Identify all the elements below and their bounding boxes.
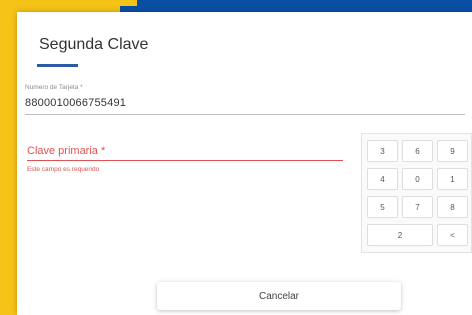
- keypad-key[interactable]: 4: [367, 168, 398, 190]
- primary-key-underline: [27, 160, 343, 161]
- dialog-title: Segunda Clave: [39, 36, 149, 53]
- keypad-key[interactable]: 1: [437, 168, 468, 190]
- title-underline: [37, 64, 78, 67]
- background-yellow-accent: [97, 0, 137, 6]
- keypad-key[interactable]: 5: [367, 196, 398, 218]
- keypad-backspace-key[interactable]: <: [437, 224, 468, 246]
- keypad-key[interactable]: 7: [402, 196, 433, 218]
- cancel-button[interactable]: Cancelar: [157, 282, 401, 310]
- second-key-dialog: Segunda Clave Numero de Tarjeta * 880001…: [17, 12, 472, 315]
- keypad-key[interactable]: 2: [367, 224, 433, 246]
- keypad-key[interactable]: 8: [437, 196, 468, 218]
- virtual-keypad: 3 6 9 4 0 1 5 7 8 2 <: [361, 133, 472, 253]
- card-number-label: Numero de Tarjeta *: [25, 84, 83, 91]
- primary-key-field[interactable]: Clave primaria *: [27, 145, 105, 157]
- keypad-key[interactable]: 3: [367, 140, 398, 162]
- primary-key-error: Este campo es requerido: [27, 166, 100, 173]
- card-number-underline: [25, 114, 465, 115]
- keypad-key[interactable]: 9: [437, 140, 468, 162]
- keypad-key[interactable]: 0: [402, 168, 433, 190]
- keypad-key[interactable]: 6: [402, 140, 433, 162]
- card-number-field[interactable]: 8800010066755491: [25, 97, 126, 109]
